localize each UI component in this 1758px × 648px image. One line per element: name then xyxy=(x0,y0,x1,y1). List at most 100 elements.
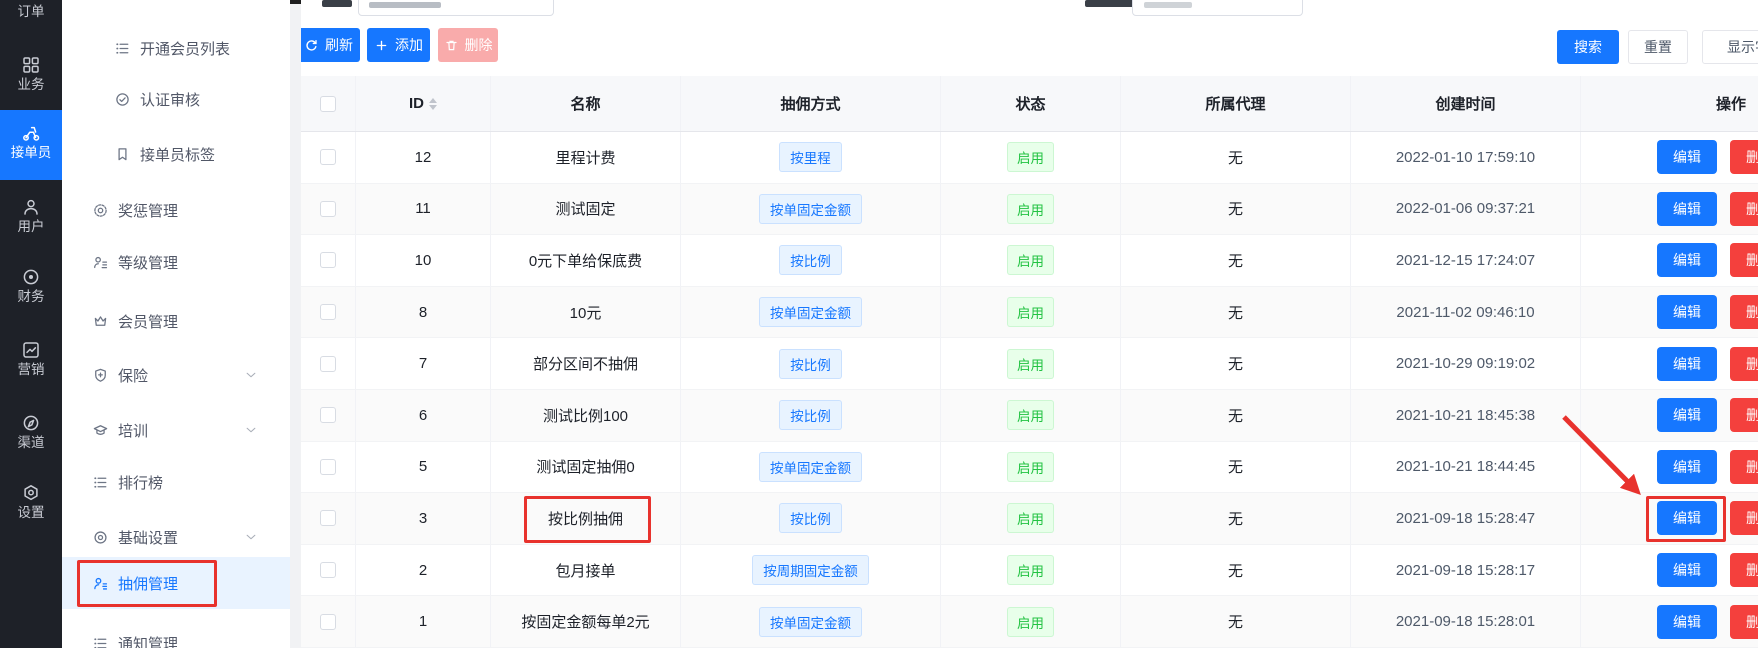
secondary-nav-item[interactable]: 等级管理 xyxy=(62,242,290,282)
row-checkbox[interactable] xyxy=(320,252,336,268)
status-tag: 启用 xyxy=(1007,607,1054,637)
secondary-nav-item[interactable]: 排行榜 xyxy=(62,462,290,502)
method-tag: 按单固定金额 xyxy=(759,194,862,224)
row-method-cell: 按比例 xyxy=(681,390,941,441)
primary-nav-label: 业务 xyxy=(18,77,45,93)
row-actions-cell: 编辑删除 xyxy=(1581,493,1758,544)
row-status-cell: 启用 xyxy=(941,596,1121,647)
row-edit-button[interactable]: 编辑 xyxy=(1657,243,1717,277)
reset-button[interactable]: 重置 xyxy=(1628,30,1688,64)
row-edit-button[interactable]: 编辑 xyxy=(1657,553,1717,587)
row-checkbox[interactable] xyxy=(320,614,336,630)
secondary-nav-item[interactable]: 抽佣管理 xyxy=(62,557,290,609)
row-checkbox[interactable] xyxy=(320,510,336,526)
row-delete-button[interactable]: 删除 xyxy=(1730,295,1758,329)
row-edit-button[interactable]: 编辑 xyxy=(1657,605,1717,639)
row-edit-button[interactable]: 编辑 xyxy=(1657,501,1717,535)
secondary-nav-item[interactable]: 保险 xyxy=(62,355,290,395)
sidebar-scrollbar[interactable] xyxy=(290,4,301,648)
bookmark-icon xyxy=(114,146,131,163)
primary-nav-item[interactable]: 订单 xyxy=(0,0,62,20)
delete-button[interactable]: 删除 xyxy=(438,28,498,62)
table-body: 12里程计费按里程启用无2022-01-10 17:59:10编辑删除11测试固… xyxy=(301,132,1758,648)
row-created-cell: 2021-11-02 09:46:10 xyxy=(1351,287,1581,338)
show-columns-button[interactable]: 显示字 xyxy=(1702,30,1758,64)
secondary-nav-item[interactable]: 培训 xyxy=(62,410,290,450)
row-method-cell: 按单固定金额 xyxy=(681,596,941,647)
row-delete-button[interactable]: 删除 xyxy=(1730,192,1758,226)
secondary-nav-label: 等级管理 xyxy=(118,252,178,273)
col-header-created: 创建时间 xyxy=(1351,76,1581,131)
user-icon xyxy=(21,197,41,217)
row-delete-button[interactable]: 删除 xyxy=(1730,450,1758,484)
method-tag: 按单固定金额 xyxy=(759,297,862,327)
row-edit-button[interactable]: 编辑 xyxy=(1657,347,1717,381)
row-agent-cell: 无 xyxy=(1121,545,1351,596)
primary-nav-item[interactable]: 设置 xyxy=(0,483,62,521)
row-created-cell: 2021-10-21 18:45:38 xyxy=(1351,390,1581,441)
secondary-nav-item[interactable]: 会员管理 xyxy=(62,301,290,341)
row-delete-button[interactable]: 删除 xyxy=(1730,501,1758,535)
secondary-nav-label: 奖惩管理 xyxy=(118,200,178,221)
chevron-down-icon[interactable] xyxy=(244,368,258,382)
row-created-cell: 2021-10-29 09:19:02 xyxy=(1351,338,1581,389)
row-checkbox[interactable] xyxy=(320,562,336,578)
primary-nav-item[interactable]: 营销 xyxy=(0,340,62,378)
row-delete-button[interactable]: 删除 xyxy=(1730,140,1758,174)
chevron-down-icon[interactable] xyxy=(244,530,258,544)
table-row: 100元下单给保底费按比例启用无2021-12-15 17:24:07编辑删除 xyxy=(301,235,1758,287)
row-delete-button[interactable]: 删除 xyxy=(1730,243,1758,277)
secondary-nav-label: 会员管理 xyxy=(118,311,178,332)
row-edit-button[interactable]: 编辑 xyxy=(1657,295,1717,329)
row-edit-button[interactable]: 编辑 xyxy=(1657,398,1717,432)
secondary-nav-item[interactable]: 奖惩管理 xyxy=(62,190,290,230)
status-tag: 启用 xyxy=(1007,503,1054,533)
row-delete-button[interactable]: 删除 xyxy=(1730,553,1758,587)
refresh-button[interactable]: 刷新 xyxy=(297,28,360,62)
row-name-cell: 10元 xyxy=(491,287,681,338)
secondary-nav-item[interactable]: 接单员标签 xyxy=(62,134,290,174)
row-actions-cell: 编辑删除 xyxy=(1581,132,1758,183)
secondary-nav-item[interactable]: 开通会员列表 xyxy=(62,28,290,68)
row-delete-button[interactable]: 删除 xyxy=(1730,398,1758,432)
primary-nav-label: 财务 xyxy=(18,289,45,305)
row-edit-button[interactable]: 编辑 xyxy=(1657,450,1717,484)
row-delete-button[interactable]: 删除 xyxy=(1730,347,1758,381)
row-id-cell: 8 xyxy=(356,287,491,338)
secondary-nav-item[interactable]: 认证审核 xyxy=(62,79,290,119)
row-actions-cell: 编辑删除 xyxy=(1581,596,1758,647)
row-name-cell: 按固定金额每单2元 xyxy=(491,596,681,647)
row-checkbox[interactable] xyxy=(320,459,336,475)
row-checkbox[interactable] xyxy=(320,201,336,217)
search-button[interactable]: 搜索 xyxy=(1557,30,1619,64)
sort-carets[interactable] xyxy=(429,98,437,110)
primary-nav-item[interactable]: 财务 xyxy=(0,267,62,305)
secondary-nav-label: 保险 xyxy=(118,365,148,386)
add-button[interactable]: 添加 xyxy=(367,28,430,62)
row-actions-cell: 编辑删除 xyxy=(1581,235,1758,286)
filter-placeholder-fragment-2 xyxy=(1144,2,1192,8)
primary-nav-item[interactable]: 用户 xyxy=(0,197,62,235)
row-id-cell: 7 xyxy=(356,338,491,389)
secondary-nav-item[interactable]: 基础设置 xyxy=(62,517,290,557)
row-delete-button[interactable]: 删除 xyxy=(1730,605,1758,639)
chevron-down-icon[interactable] xyxy=(244,423,258,437)
row-checkbox[interactable] xyxy=(320,149,336,165)
filter-placeholder-fragment xyxy=(369,2,441,8)
primary-nav-item[interactable]: 业务 xyxy=(0,55,62,93)
secondary-nav-item[interactable]: 通知管理 xyxy=(62,623,290,648)
row-actions-cell: 编辑删除 xyxy=(1581,390,1758,441)
primary-nav-item[interactable]: 接单员 xyxy=(0,110,62,180)
col-header-actions: 操作 xyxy=(1581,76,1758,131)
row-checkbox[interactable] xyxy=(320,407,336,423)
row-checkbox[interactable] xyxy=(320,304,336,320)
row-method-cell: 按比例 xyxy=(681,338,941,389)
primary-nav-item[interactable]: 渠道 xyxy=(0,413,62,451)
notice-list-icon xyxy=(92,635,109,648)
row-edit-button[interactable]: 编辑 xyxy=(1657,140,1717,174)
row-checkbox[interactable] xyxy=(320,356,336,372)
row-edit-button[interactable]: 编辑 xyxy=(1657,192,1717,226)
select-all-checkbox[interactable] xyxy=(320,96,336,112)
method-tag: 按比例 xyxy=(779,245,842,275)
table-row: 7部分区间不抽佣按比例启用无2021-10-29 09:19:02编辑删除 xyxy=(301,338,1758,390)
